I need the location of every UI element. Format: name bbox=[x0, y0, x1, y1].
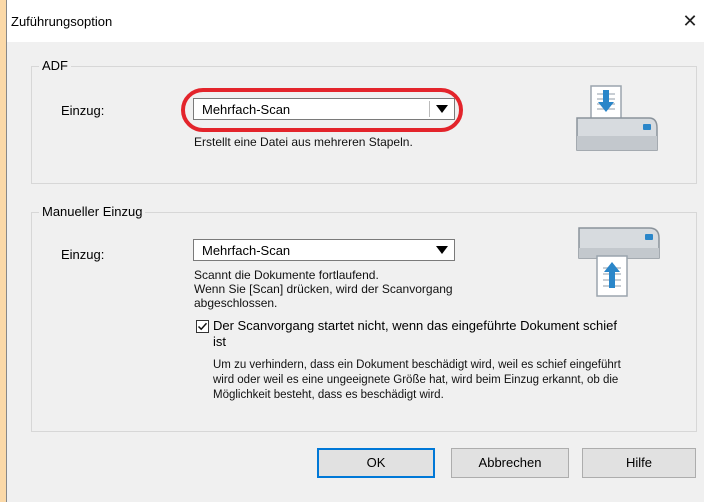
close-icon[interactable]: ✕ bbox=[677, 8, 703, 34]
skew-detection-label-line-1[interactable]: Der Scanvorgang startet nicht, wenn das … bbox=[213, 318, 617, 333]
adf-scanner-icon bbox=[576, 85, 658, 151]
manual-feed-label: Einzug: bbox=[61, 247, 105, 262]
manual-feed-value: Mehrfach-Scan bbox=[202, 243, 291, 258]
chevron-down-icon[interactable] bbox=[436, 246, 448, 254]
manual-desc-line-3: abgeschlossen. bbox=[194, 296, 278, 310]
adf-feed-label: Einzug: bbox=[61, 103, 105, 118]
cancel-button[interactable]: Abbrechen bbox=[451, 448, 569, 478]
skew-detection-label-line-2[interactable]: ist bbox=[213, 334, 226, 349]
checkmark-icon bbox=[197, 322, 208, 331]
ok-button[interactable]: OK bbox=[317, 448, 435, 478]
adf-group-title: ADF bbox=[39, 58, 71, 73]
help-button[interactable]: Hilfe bbox=[582, 448, 696, 478]
feed-option-dialog: Zuführungsoption ✕ ADF Einzug: Mehrfach-… bbox=[6, 0, 704, 502]
skew-note-line-1: Um zu verhindern, dass ein Dokument besc… bbox=[213, 359, 621, 371]
manual-feed-scanner-icon bbox=[578, 227, 660, 297]
skew-detection-checkbox[interactable] bbox=[196, 320, 209, 333]
manual-desc-line-2: Wenn Sie [Scan] drücken, wird der Scanvo… bbox=[194, 282, 453, 296]
manual-feed-group-title: Manueller Einzug bbox=[39, 204, 146, 219]
highlight-ring bbox=[181, 88, 463, 132]
manual-desc-line-1: Scannt die Dokumente fortlaufend. bbox=[194, 268, 379, 282]
adf-description: Erstellt eine Datei aus mehreren Stapeln… bbox=[194, 135, 413, 149]
manual-feed-select[interactable]: Mehrfach-Scan bbox=[193, 239, 455, 261]
skew-note-line-2: wird oder weil es eine ungeeignete Größe… bbox=[213, 374, 619, 386]
dialog-title: Zuführungsoption bbox=[11, 14, 113, 29]
skew-note-line-3: Möglichkeit besteht, dass es beschädigt … bbox=[213, 389, 444, 401]
title-bar: Zuführungsoption ✕ bbox=[7, 0, 704, 42]
